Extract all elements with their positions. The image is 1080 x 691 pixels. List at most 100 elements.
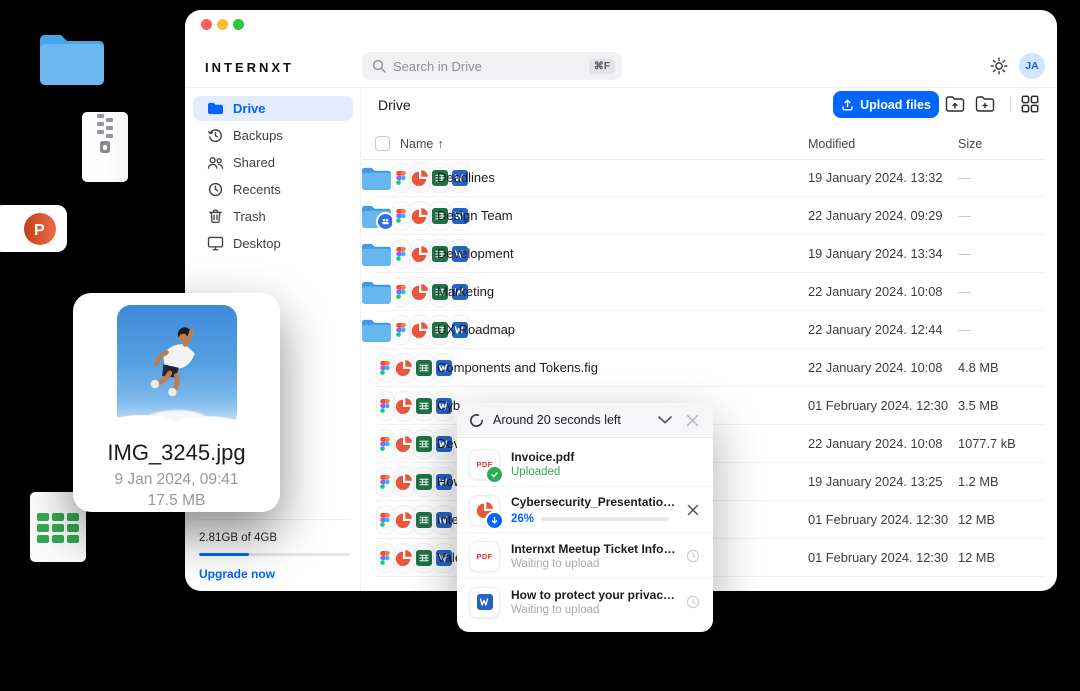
avatar[interactable]: JA: [1019, 53, 1045, 79]
sidebar-item-recents[interactable]: Recents: [193, 177, 353, 202]
file-modified-date: 22 January 2024. 10:08: [808, 436, 942, 451]
upload-item-file-icon: PDF: [469, 449, 500, 480]
drive-folder-icon: [207, 100, 224, 117]
figma-file-icon: [376, 391, 394, 421]
sidebar-item-trash[interactable]: Trash: [193, 204, 353, 229]
file-modified-date: 19 January 2024. 13:25: [808, 474, 942, 489]
table-row[interactable]: Marketing 22 January 2024. 10:08 —: [362, 273, 1057, 311]
search-input[interactable]: Search in Drive ⌘F: [362, 52, 622, 80]
sidebar-item-shared[interactable]: Shared: [193, 150, 353, 175]
cancel-upload-icon[interactable]: [687, 504, 699, 516]
powerpoint-file-icon: [410, 163, 430, 193]
search-icon: [372, 59, 386, 73]
file-size: —: [958, 284, 971, 299]
shared-icon: [207, 154, 224, 171]
word-file-icon: [476, 593, 494, 611]
column-header-name[interactable]: Name↑: [400, 137, 444, 151]
file-modified-date: 01 February 2024. 12:30: [808, 398, 948, 413]
file-size: 12 MB: [958, 550, 995, 565]
excel-file-icon: [414, 505, 434, 535]
upload-item-file-icon: PDF: [469, 495, 500, 526]
powerpoint-file-icon: [410, 239, 430, 269]
upload-item: PDF: [457, 533, 713, 579]
storage-indicator: 2.81GB of 4GB Upgrade now: [199, 519, 350, 581]
sidebar-item-label: Shared: [233, 155, 275, 170]
column-header-size[interactable]: Size: [958, 137, 982, 151]
photo-preview-card: IMG_3245.jpg 9 Jan 2024, 09:41 17.5 MB: [73, 293, 280, 512]
recents-icon: [207, 181, 224, 198]
powerpoint-file-icon: [394, 353, 414, 383]
powerpoint-file-icon: P: [0, 205, 67, 252]
grid-view-button[interactable]: [1021, 95, 1041, 115]
figma-file-icon: [392, 163, 410, 193]
folder-icon: [361, 280, 392, 305]
powerpoint-file-icon: [394, 543, 414, 573]
file-modified-date: 22 January 2024. 10:08: [808, 284, 942, 299]
upload-files-button[interactable]: Upload files: [833, 91, 939, 118]
upload-widget-header: Around 20 seconds left: [457, 403, 713, 438]
file-modified-date: 01 February 2024. 12:30: [808, 512, 948, 527]
close-window-button[interactable]: [201, 19, 212, 30]
select-all-checkbox[interactable]: [375, 136, 390, 151]
upload-item-status: Uploaded: [511, 466, 677, 478]
sidebar-item-backups[interactable]: Backups: [193, 123, 353, 148]
file-size: 1.2 MB: [958, 474, 999, 489]
sidebar-item-label: Drive: [233, 101, 266, 116]
new-folder-button[interactable]: [975, 95, 995, 115]
sidebar-item-label: Desktop: [233, 236, 281, 251]
table-row[interactable]: UX Roadmap 22 January 2024. 12:44 —: [362, 311, 1057, 349]
pdf-file-icon: PDF: [477, 552, 493, 561]
excel-file-icon: [414, 353, 434, 383]
powerpoint-file-icon: [394, 391, 414, 421]
stage: P INTERNXT Search in Drive ⌘F: [0, 0, 1080, 691]
settings-gear-icon[interactable]: [989, 56, 1009, 76]
file-modified-date: 01 February 2024. 12:30: [808, 550, 948, 565]
upload-time-remaining: Around 20 seconds left: [493, 413, 658, 427]
shared-folder-icon: [361, 204, 392, 229]
upload-folder-button[interactable]: [945, 95, 965, 115]
figma-file-icon: [376, 543, 394, 573]
sidebar-item-drive[interactable]: Drive: [193, 96, 353, 121]
upgrade-now-link[interactable]: Upgrade now: [199, 567, 350, 581]
file-size: 12 MB: [958, 512, 995, 527]
figma-file-icon: [376, 505, 394, 535]
powerpoint-file-icon: [410, 315, 430, 345]
storage-usage-text: 2.81GB of 4GB: [199, 532, 350, 544]
uploading-arrow-badge: [485, 511, 504, 530]
powerpoint-file-icon: [394, 429, 414, 459]
upload-item: PDF: [457, 441, 713, 487]
table-row[interactable]: Components and Tokens.fig 22 January 202…: [362, 349, 1057, 387]
table-row[interactable]: Design Team 22 January 2024. 09:29 —: [362, 197, 1057, 235]
file-modified-date: 22 January 2024. 09:29: [808, 208, 942, 223]
svg-text:P: P: [34, 222, 45, 239]
traffic-lights: [201, 19, 244, 30]
backups-icon: [207, 127, 224, 144]
figma-file-icon: [376, 429, 394, 459]
powerpoint-file-icon: [410, 201, 430, 231]
file-size: 1077.7 kB: [958, 436, 1016, 451]
upload-percent: 26%: [511, 513, 534, 525]
table-row[interactable]: Deadlines 19 January 2024. 13:32 —: [362, 159, 1057, 197]
window-header: INTERNXT Search in Drive ⌘F JA: [185, 10, 1057, 88]
folder-icon: [361, 166, 392, 191]
file-name: Design Team: [437, 208, 513, 223]
trash-icon: [207, 208, 224, 225]
file-name: Marketing: [437, 284, 494, 299]
file-name: Development: [437, 246, 514, 261]
upload-item-name: How to protect your privacy.doc: [511, 588, 677, 602]
file-size: 4.8 MB: [958, 360, 999, 375]
table-row[interactable]: Development 19 January 2024. 13:34 —: [362, 235, 1057, 273]
upload-item: PDF: [457, 487, 713, 533]
excel-file-icon: [414, 467, 434, 497]
zoom-window-button[interactable]: [233, 19, 244, 30]
close-icon[interactable]: [686, 414, 701, 427]
file-name: Components and Tokens.fig: [437, 360, 598, 375]
figma-file-icon: [392, 277, 410, 307]
column-header-modified[interactable]: Modified: [808, 137, 855, 151]
minimize-window-button[interactable]: [217, 19, 228, 30]
sidebar-item-desktop[interactable]: Desktop: [193, 231, 353, 256]
chevron-down-icon[interactable]: [658, 416, 673, 424]
file-size: —: [958, 322, 971, 337]
file-size: —: [958, 170, 971, 185]
photo-filename: IMG_3245.jpg: [73, 440, 280, 466]
